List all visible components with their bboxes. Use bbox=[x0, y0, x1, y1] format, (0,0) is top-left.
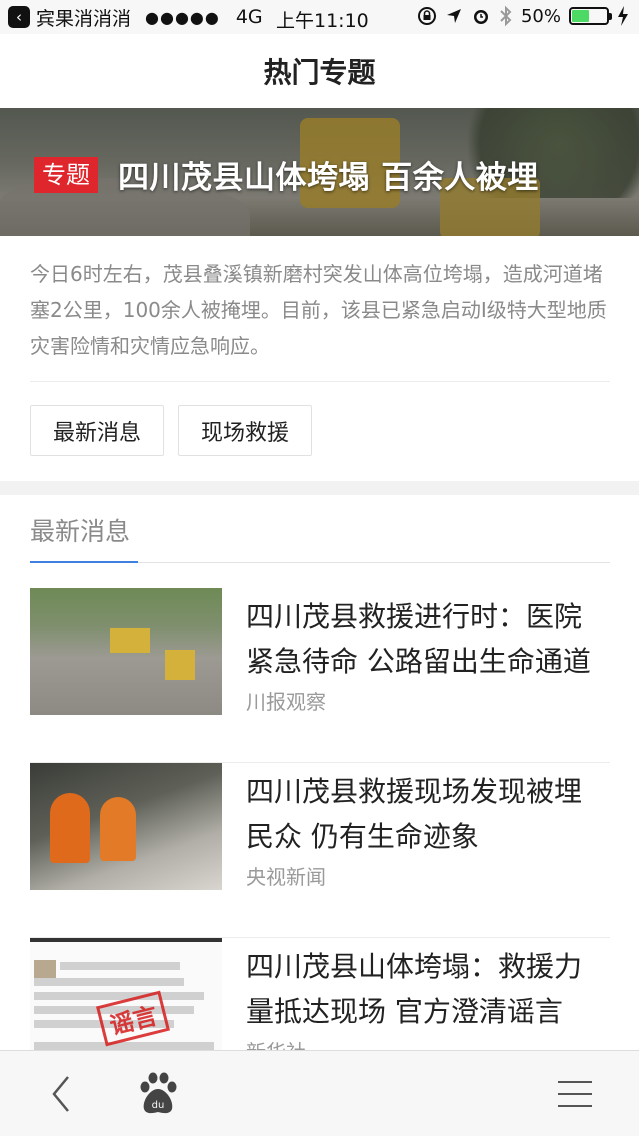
topic-tag: 专题 bbox=[34, 156, 98, 193]
location-icon bbox=[446, 9, 461, 23]
news-thumbnail bbox=[30, 588, 222, 715]
news-title: 四川茂县救援进行时：医院紧急待命 公路留出生命通道 bbox=[246, 600, 591, 678]
nav-bar: 热门专题 bbox=[0, 34, 639, 108]
banner-title: 四川茂县山体垮塌 百余人被埋 bbox=[118, 160, 539, 196]
signal-strength: ●●●●● bbox=[145, 7, 220, 27]
bottom-toolbar: du bbox=[0, 1050, 639, 1136]
page-title: 热门专题 bbox=[263, 56, 376, 89]
carrier-label: 宾果消消消 bbox=[36, 7, 132, 30]
battery-percent: 50% bbox=[520, 5, 561, 27]
battery-icon bbox=[569, 7, 612, 25]
topic-banner[interactable]: 专题 四川茂县山体垮塌 百余人被埋 bbox=[0, 108, 639, 236]
back-to-app-icon[interactable]: ‹ bbox=[8, 6, 30, 28]
topic-summary: 今日6时左右，茂县叠溪镇新磨村突发山体高位垮塌，造成河道堵塞2公里，100余人被… bbox=[30, 262, 607, 358]
news-thumbnail bbox=[30, 763, 222, 890]
svg-text:du: du bbox=[152, 1100, 165, 1111]
news-title: 四川茂县救援现场发现被埋民众 仍有生命迹象 bbox=[246, 775, 583, 853]
lock-rotation-icon bbox=[417, 7, 436, 25]
tab-rescue[interactable]: 现场救援 bbox=[178, 405, 313, 456]
section-underline bbox=[30, 561, 138, 563]
section-title: 最新消息 bbox=[30, 517, 131, 546]
section-gap bbox=[0, 481, 639, 495]
charging-icon bbox=[618, 6, 628, 26]
news-thumbnail: 谣言 bbox=[30, 938, 222, 1065]
menu-icon[interactable] bbox=[558, 1079, 592, 1109]
divider bbox=[30, 381, 610, 382]
status-time: 上午11:10 bbox=[276, 10, 369, 32]
alarm-icon bbox=[473, 10, 488, 24]
bluetooth-icon bbox=[500, 5, 512, 27]
tab-latest-news[interactable]: 最新消息 bbox=[30, 405, 165, 456]
status-bar: ‹ 宾果消消消 ●●●●● 4G 上午11:10 50% bbox=[0, 0, 639, 34]
news-source: 川报观察 bbox=[246, 690, 326, 714]
back-arrow-icon[interactable] bbox=[44, 1073, 80, 1115]
news-item[interactable]: 四川茂县救援现场发现被埋民众 仍有生命迹象 央视新闻 bbox=[30, 763, 610, 938]
topic-tabs: 最新消息 现场救援 bbox=[30, 405, 313, 456]
news-item[interactable]: 四川茂县救援进行时：医院紧急待命 公路留出生命通道 川报观察 bbox=[30, 588, 610, 763]
network-type: 4G bbox=[235, 6, 263, 28]
news-source: 央视新闻 bbox=[246, 865, 326, 889]
news-title: 四川茂县山体垮塌：救援力量抵达现场 官方澄清谣言 bbox=[246, 950, 583, 1028]
baidu-paw-icon[interactable]: du bbox=[136, 1071, 180, 1117]
divider bbox=[138, 562, 610, 563]
